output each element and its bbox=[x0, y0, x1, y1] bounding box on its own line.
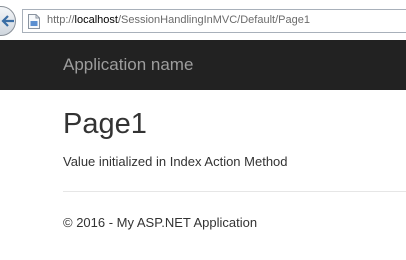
url-host: localhost bbox=[74, 14, 118, 26]
page-title: Page1 bbox=[63, 108, 147, 140]
url-scheme: http:// bbox=[47, 14, 75, 26]
address-bar[interactable]: http://localhost/SessionHandlingInMVC/De… bbox=[22, 9, 406, 33]
footer-copyright: © 2016 - My ASP.NET Application bbox=[63, 215, 258, 230]
url-text[interactable]: http://localhost/SessionHandlingInMVC/De… bbox=[47, 14, 310, 26]
back-button[interactable] bbox=[0, 6, 16, 36]
back-arrow-icon bbox=[1, 15, 14, 27]
navbar: Application name bbox=[0, 40, 406, 90]
divider bbox=[63, 191, 406, 192]
session-value-text: Value initialized in Index Action Method bbox=[63, 154, 288, 169]
browser-toolbar: http://localhost/SessionHandlingInMVC/De… bbox=[0, 0, 406, 40]
url-path: /SessionHandlingInMVC/Default/Page1 bbox=[117, 14, 310, 26]
page-icon bbox=[28, 14, 40, 29]
brand-link[interactable]: Application name bbox=[63, 55, 193, 75]
